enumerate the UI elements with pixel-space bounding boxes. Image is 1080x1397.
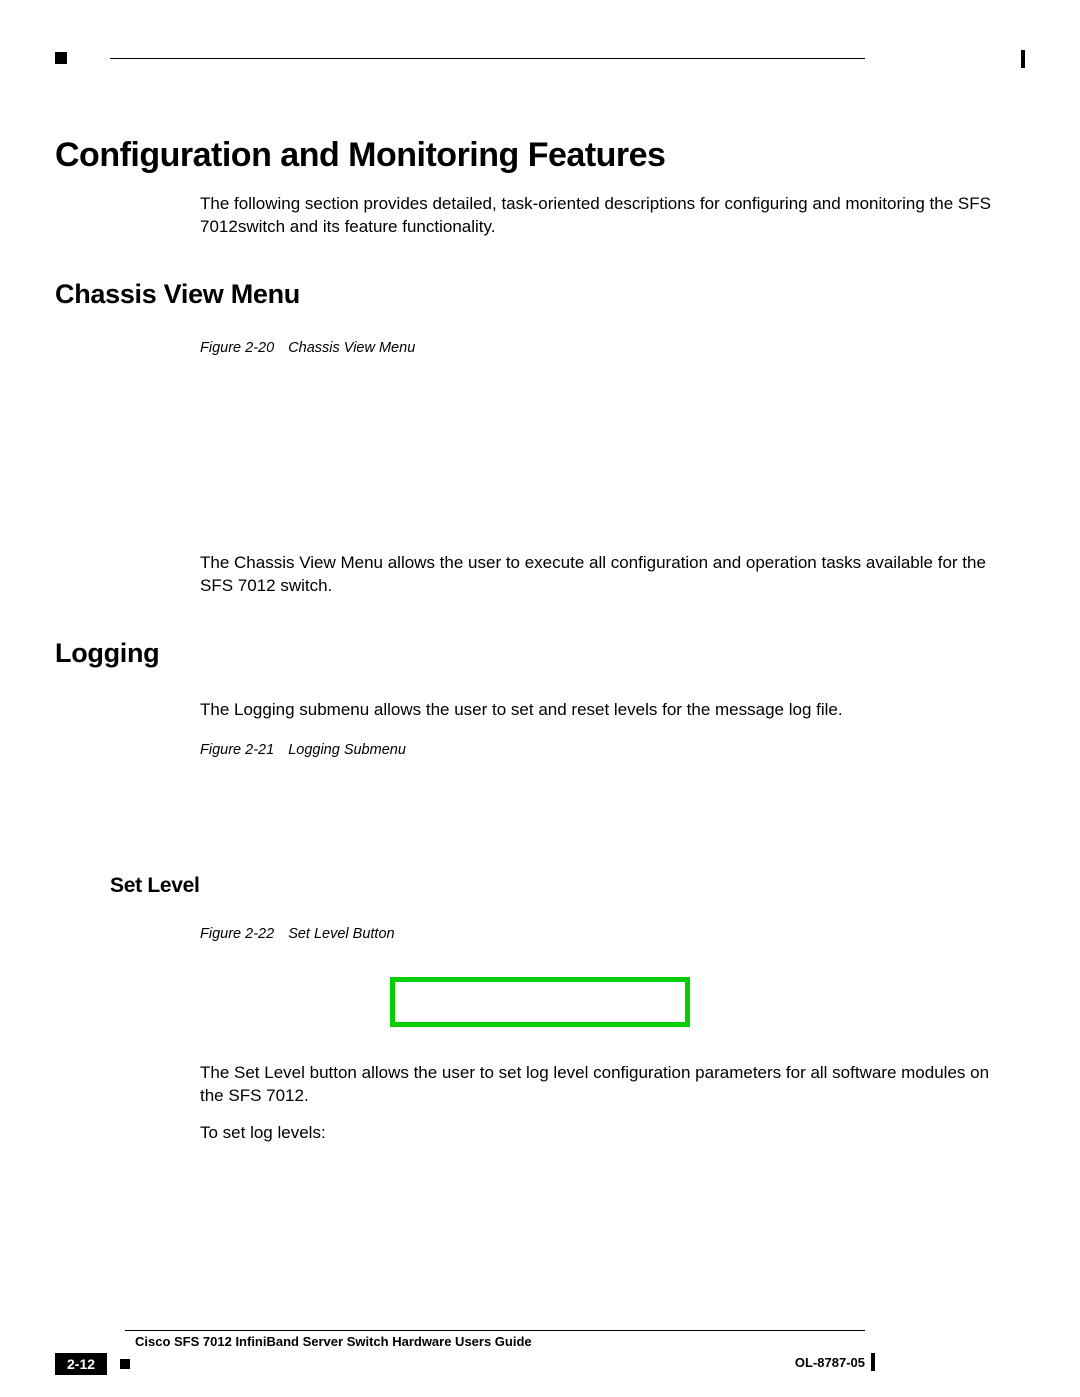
section-heading-config-monitoring: Configuration and Monitoring Features: [55, 136, 1025, 175]
figure-title: Logging Submenu: [288, 742, 406, 758]
intro-paragraph: The following section provides detailed,…: [200, 193, 1015, 239]
footer-document-id: OL-8787-05: [795, 1355, 865, 1370]
header-square-icon: [55, 52, 67, 64]
header-line: [110, 58, 865, 59]
page-footer: Cisco SFS 7012 InfiniBand Server Switch …: [55, 1330, 1025, 1379]
figure-number: Figure 2-21: [200, 742, 274, 758]
set-level-description-paragraph: The Set Level button allows the user to …: [200, 1062, 1015, 1108]
section-heading-logging: Logging: [55, 638, 1025, 669]
section-heading-chassis-view: Chassis View Menu: [55, 279, 1025, 310]
set-level-lead-paragraph: To set log levels:: [200, 1122, 1015, 1145]
figure-2-20-caption: Figure 2-20 Chassis View Menu: [200, 340, 1025, 356]
figure-number: Figure 2-20: [200, 340, 274, 356]
logging-description-paragraph: The Logging submenu allows the user to s…: [200, 699, 1015, 722]
footer-rule: [125, 1330, 865, 1331]
chassis-description-paragraph: The Chassis View Menu allows the user to…: [200, 552, 1015, 598]
section-heading-set-level: Set Level: [110, 874, 1025, 898]
figure-title: Chassis View Menu: [288, 340, 415, 356]
figure-2-21-caption: Figure 2-21 Logging Submenu: [200, 742, 1025, 758]
footer-document-title: Cisco SFS 7012 InfiniBand Server Switch …: [135, 1334, 1025, 1349]
figure-2-20-placeholder: [55, 362, 1025, 552]
figure-title: Set Level Button: [288, 926, 394, 942]
footer-bar-right-icon: [871, 1353, 875, 1371]
figure-2-22-caption: Figure 2-22 Set Level Button: [200, 926, 1025, 942]
figure-number: Figure 2-22: [200, 926, 274, 942]
set-level-button-highlight-box: [390, 977, 690, 1027]
footer-square-icon: [120, 1359, 130, 1369]
header-rule: [55, 50, 1025, 68]
header-bar-right-icon: [1021, 50, 1025, 68]
figure-2-21-placeholder: [55, 764, 1025, 844]
footer-page-number: 2-12: [55, 1353, 107, 1375]
